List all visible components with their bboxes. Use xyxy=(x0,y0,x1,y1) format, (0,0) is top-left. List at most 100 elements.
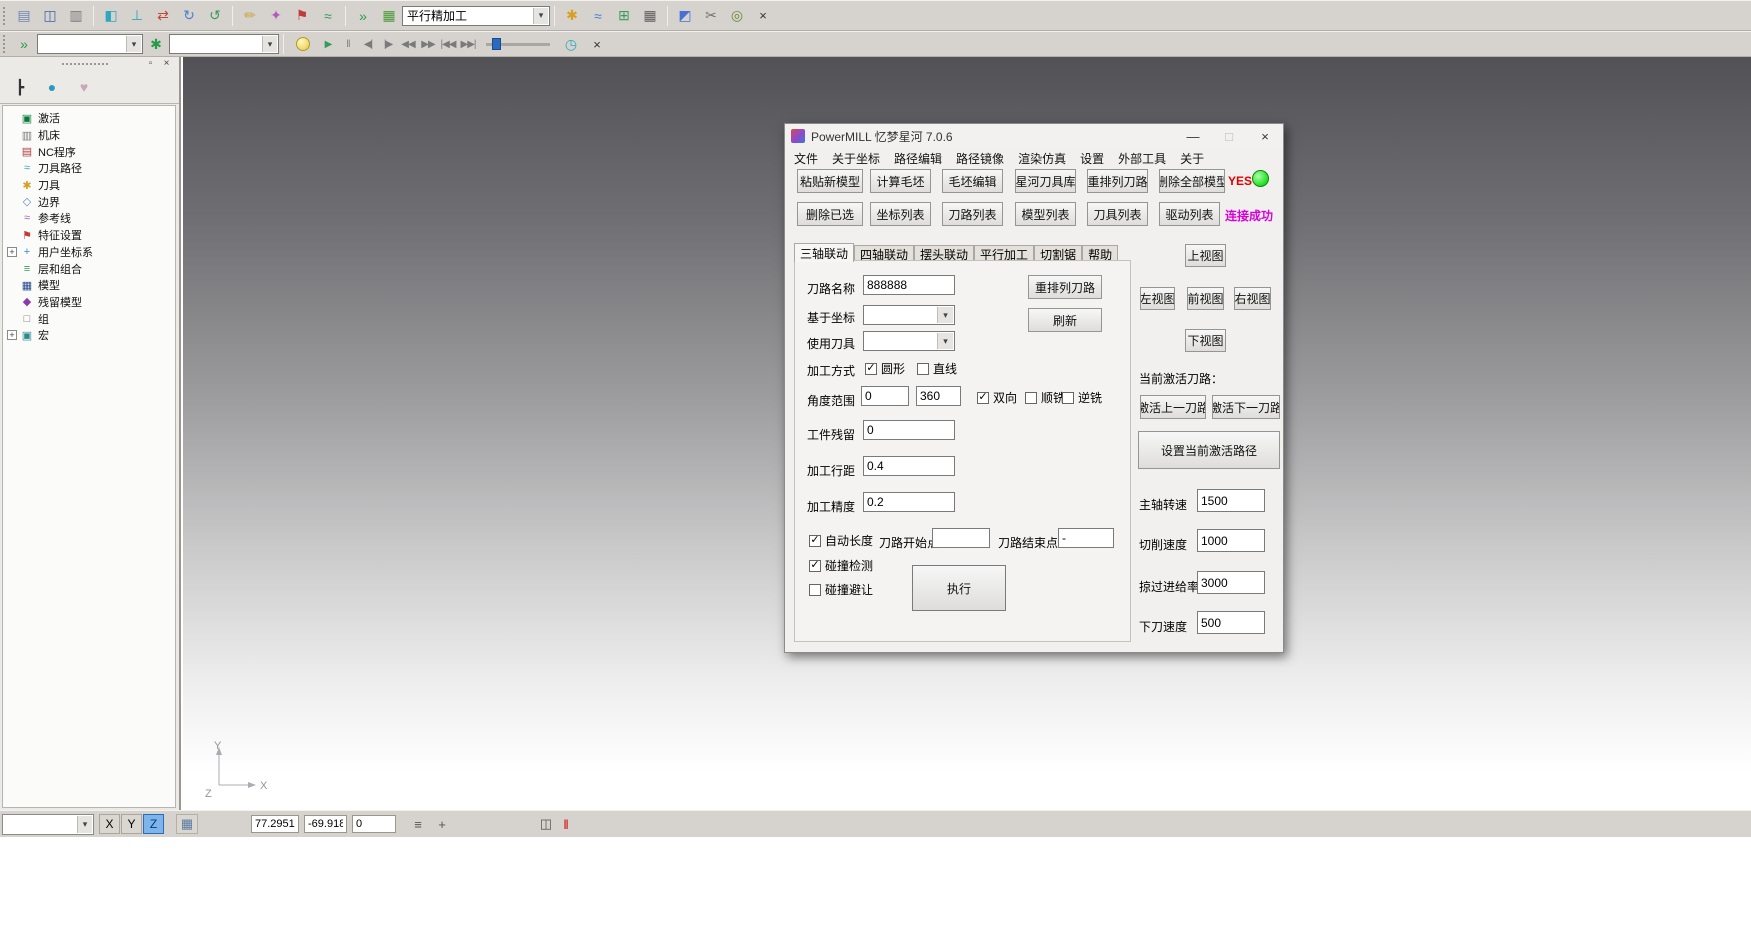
menu-settings[interactable]: 设置 xyxy=(1073,150,1111,167)
axis-x-button[interactable]: X xyxy=(99,814,120,834)
heart-icon[interactable]: ♥ xyxy=(73,76,95,98)
toolpath-list-button[interactable]: 刀路列表 xyxy=(942,202,1003,226)
transform-icon[interactable]: ⇄ xyxy=(151,5,175,27)
chevron-down-icon[interactable]: ▾ xyxy=(533,8,548,24)
tree-view-icon[interactable]: ┣ xyxy=(9,76,31,98)
bidirectional-checkbox[interactable]: 双向 xyxy=(977,389,1017,406)
close-button[interactable]: × xyxy=(1247,124,1283,148)
tools-icon[interactable]: ✱ xyxy=(560,5,584,27)
panel-grip[interactable] xyxy=(62,63,108,65)
chevron-down-icon[interactable]: ▾ xyxy=(937,333,953,349)
delete-all-models-button[interactable]: 删除全部模型 xyxy=(1159,169,1225,193)
jump-end-button[interactable]: ▶▶| xyxy=(458,34,478,54)
rewind-button[interactable]: ◀◀ xyxy=(398,34,418,54)
front-view-button[interactable]: 前视图 xyxy=(1187,287,1224,310)
print-icon[interactable]: ▥ xyxy=(64,5,88,27)
tree-item[interactable]: ▥机床 xyxy=(3,127,175,144)
menu-path-edit[interactable]: 路径编辑 xyxy=(887,150,949,167)
plunge-rate-input[interactable] xyxy=(1197,611,1265,634)
split-view-icon[interactable]: ◫ xyxy=(536,814,556,834)
paste-new-model-button[interactable]: 粘贴新模型 xyxy=(797,169,863,193)
slider-handle[interactable] xyxy=(492,38,501,50)
calc-block-button[interactable]: 计算毛坯 xyxy=(870,169,931,193)
toolpath-select-dropdown[interactable]: ▾ xyxy=(37,34,143,54)
drive-list-button[interactable]: 驱动列表 xyxy=(1159,202,1220,226)
coord-list-button[interactable]: 坐标列表 xyxy=(870,202,931,226)
chevron-down-icon[interactable]: ▾ xyxy=(77,816,92,833)
new-model-icon[interactable]: ▤ xyxy=(12,5,36,27)
start-point-input[interactable] xyxy=(932,528,990,548)
menu-path-mirror[interactable]: 路径镜像 xyxy=(949,150,1011,167)
tree-item[interactable]: ++用户坐标系 xyxy=(3,244,175,261)
menu-about[interactable]: 关于 xyxy=(1173,150,1211,167)
execute-button[interactable]: 执行 xyxy=(912,565,1006,611)
angle-end-input[interactable] xyxy=(916,386,961,406)
tree-item[interactable]: ◇边界 xyxy=(3,193,175,210)
tree-item[interactable]: ⚑特征设置 xyxy=(3,227,175,244)
wave-icon[interactable]: ≈ xyxy=(586,5,610,27)
menu-coords[interactable]: 关于坐标 xyxy=(825,150,887,167)
chevron-down-icon[interactable]: ▾ xyxy=(937,307,953,323)
tree-item[interactable]: ◆残留模型 xyxy=(3,294,175,311)
levels-icon[interactable]: ≈ xyxy=(316,5,340,27)
flag-icon[interactable]: ⚑ xyxy=(290,5,314,27)
sheet-icon[interactable]: ▦ xyxy=(377,5,401,27)
toolbar-grip[interactable] xyxy=(3,35,6,53)
tool-list-button[interactable]: 刀具列表 xyxy=(1087,202,1148,226)
maximize-button[interactable]: □ xyxy=(1211,124,1247,148)
coord-y-field[interactable] xyxy=(304,815,347,833)
model-list-button[interactable]: 模型列表 xyxy=(1015,202,1076,226)
expander-icon[interactable]: + xyxy=(7,330,17,340)
tree-item[interactable]: ▣激活 xyxy=(3,110,175,127)
tool-select[interactable]: ▾ xyxy=(863,331,955,351)
collision-avoid-checkbox[interactable]: 碰撞避让 xyxy=(809,581,873,598)
coord-x-field[interactable] xyxy=(251,815,299,833)
chevron-down-icon[interactable]: ▾ xyxy=(126,36,141,52)
refresh-button[interactable]: 刷新 xyxy=(1028,308,1102,332)
pause-indicator-icon[interactable]: ‖ xyxy=(556,814,576,834)
tree-item[interactable]: ▦模型 xyxy=(3,277,175,294)
reorder-toolpaths-button[interactable]: 重排列刀路 xyxy=(1087,169,1148,193)
axis-y-button[interactable]: Y xyxy=(121,814,142,834)
activate-prev-button[interactable]: 激活上一刀路 xyxy=(1140,395,1206,419)
chevrons-icon[interactable]: » xyxy=(351,5,375,27)
cutting-speed-input[interactable] xyxy=(1197,529,1265,552)
status-dropdown[interactable]: ▾ xyxy=(2,814,94,835)
machine-icon[interactable]: ✱ xyxy=(144,33,168,55)
stock-input[interactable] xyxy=(863,420,955,440)
save-icon[interactable]: ◫ xyxy=(38,5,62,27)
block-icon[interactable]: ◧ xyxy=(99,5,123,27)
keypad-icon[interactable]: ▦ xyxy=(638,5,662,27)
tree-item[interactable]: ▤NC程序 xyxy=(3,143,175,160)
climb-checkbox[interactable]: 顺铣 xyxy=(1025,389,1065,406)
undo-icon[interactable]: ↺ xyxy=(203,5,227,27)
rotate-icon[interactable]: ↻ xyxy=(177,5,201,27)
circle-checkbox[interactable]: 圆形 xyxy=(865,360,905,377)
dialog-titlebar[interactable]: PowerMILL 忆梦星河 7.0.6 — □ × xyxy=(785,124,1283,148)
play-button[interactable]: ▶ xyxy=(318,34,338,54)
auto-length-checkbox[interactable]: 自动长度 xyxy=(809,532,873,549)
float-panel-icon[interactable]: ▫ xyxy=(144,57,157,70)
line-checkbox[interactable]: 直线 xyxy=(917,360,957,377)
reorder-button[interactable]: 重排列刀路 xyxy=(1028,275,1102,299)
jump-start-button[interactable]: |◀◀ xyxy=(438,34,458,54)
right-view-button[interactable]: 右视图 xyxy=(1234,287,1271,310)
minimize-button[interactable]: — xyxy=(1175,124,1211,148)
chevron-down-icon[interactable]: ▾ xyxy=(262,36,277,52)
spindle-input[interactable] xyxy=(1197,489,1265,512)
end-point-input[interactable] xyxy=(1058,528,1114,548)
tool-library-button[interactable]: 星河刀具库 xyxy=(1015,169,1076,193)
tree-item[interactable]: □组 xyxy=(3,310,175,327)
toolbar-grip[interactable] xyxy=(3,7,6,25)
close-panel-icon[interactable]: × xyxy=(160,57,173,70)
stepover-input[interactable] xyxy=(863,456,955,476)
diamond-icon[interactable]: ✦ xyxy=(264,5,288,27)
tool-list-icon[interactable]: » xyxy=(12,33,36,55)
menu-file[interactable]: 文件 xyxy=(787,150,825,167)
pencil-icon[interactable]: ✏ xyxy=(238,5,262,27)
step-forward-button[interactable]: |▶ xyxy=(378,34,398,54)
workplane-icon[interactable]: + xyxy=(432,814,452,834)
set-active-path-button[interactable]: 设置当前激活路径 xyxy=(1138,431,1280,469)
chart-icon[interactable]: ◩ xyxy=(673,5,697,27)
tree-item[interactable]: ✱刀具 xyxy=(3,177,175,194)
